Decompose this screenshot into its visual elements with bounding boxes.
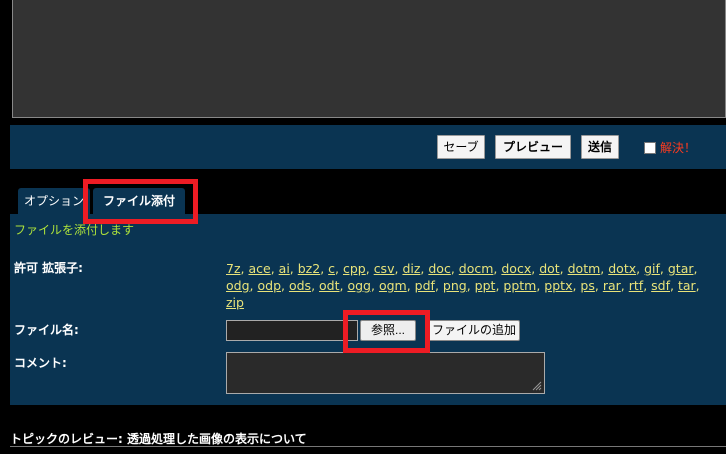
extension-separator: , <box>636 261 645 276</box>
extension-separator: , <box>670 278 678 293</box>
highlight-browse-button <box>343 310 430 353</box>
message-editor[interactable] <box>12 0 726 118</box>
extension-separator: , <box>466 278 475 293</box>
preview-button[interactable]: プレビュー <box>495 135 571 159</box>
extension-link[interactable]: doc <box>428 261 450 276</box>
extension-separator: , <box>594 278 603 293</box>
extension-link[interactable]: ppt <box>475 278 496 293</box>
extension-link[interactable]: rtf <box>629 278 643 293</box>
divider <box>10 446 726 447</box>
extension-link[interactable]: 7z <box>226 261 241 276</box>
extension-link[interactable]: ogg <box>347 278 371 293</box>
extension-link[interactable]: docm <box>459 261 494 276</box>
submit-button[interactable]: 送信 <box>581 135 619 159</box>
resize-grip-icon[interactable] <box>532 381 542 391</box>
extension-link[interactable]: pptx <box>544 278 572 293</box>
extension-link[interactable]: docx <box>501 261 531 276</box>
extension-line: zip <box>226 294 726 311</box>
extension-separator: , <box>450 261 459 276</box>
extension-line: 7z, ace, ai, bz2, c, cpp, csv, diz, doc,… <box>226 260 726 277</box>
extension-link[interactable]: odp <box>257 278 281 293</box>
extension-link[interactable]: ogm <box>379 278 407 293</box>
topic-review-title: トピックのレビュー: 透過処理した画像の表示について <box>10 432 307 446</box>
allowed-extensions-list: 7z, ace, ai, bz2, c, cpp, csv, diz, doc,… <box>226 260 726 311</box>
comment-textarea[interactable] <box>226 352 545 394</box>
file-path-input[interactable] <box>226 320 358 341</box>
extension-separator: , <box>406 278 415 293</box>
extension-link[interactable]: dotx <box>608 261 636 276</box>
extension-link[interactable]: odg <box>226 278 250 293</box>
solved-label: 解決！ <box>660 141 697 155</box>
save-button[interactable]: セーブ <box>437 135 485 159</box>
extension-link[interactable]: pptm <box>503 278 536 293</box>
add-file-button[interactable]: ファイルの追加 <box>428 320 520 341</box>
extension-link[interactable]: dot <box>539 261 559 276</box>
extension-link[interactable]: ace <box>248 261 270 276</box>
extension-link[interactable]: c <box>328 261 335 276</box>
extension-link[interactable]: dotm <box>568 261 601 276</box>
extension-separator: , <box>311 278 320 293</box>
extension-link[interactable]: zip <box>226 295 244 310</box>
extension-link[interactable]: csv <box>374 261 395 276</box>
extension-separator: , <box>695 278 700 293</box>
extension-link[interactable]: gtar <box>668 261 694 276</box>
extension-link[interactable]: diz <box>402 261 420 276</box>
extension-link[interactable]: ai <box>279 261 290 276</box>
extension-separator: , <box>320 261 329 276</box>
extension-separator: , <box>270 261 279 276</box>
extension-link[interactable]: tar <box>678 278 696 293</box>
extension-link[interactable]: odt <box>319 278 339 293</box>
filename-label: ファイル名: <box>14 323 79 337</box>
comment-label: コメント: <box>14 356 67 370</box>
extension-separator: , <box>659 261 668 276</box>
extension-link[interactable]: pdf <box>415 278 435 293</box>
extension-link[interactable]: sdf <box>651 278 670 293</box>
extension-link[interactable]: gif <box>644 261 660 276</box>
extension-separator: , <box>693 261 698 276</box>
extension-separator: , <box>289 261 298 276</box>
extension-link[interactable]: ps <box>580 278 594 293</box>
extension-separator: , <box>620 278 629 293</box>
extension-separator: , <box>371 278 379 293</box>
extension-link[interactable]: ods <box>289 278 311 293</box>
extension-separator: , <box>335 261 343 276</box>
extension-separator: , <box>643 278 652 293</box>
extension-separator: , <box>365 261 374 276</box>
tab-options[interactable]: オプション <box>18 188 90 214</box>
extension-separator: , <box>559 261 568 276</box>
extension-link[interactable]: bz2 <box>298 261 320 276</box>
submit-bar: セーブ プレビュー 送信 解決！ <box>10 125 726 169</box>
extension-link[interactable]: cpp <box>343 261 366 276</box>
extension-line: odg, odp, ods, odt, ogg, ogm, pdf, png, … <box>226 277 726 294</box>
extension-separator: , <box>434 278 443 293</box>
highlight-tab-file-attach <box>83 179 198 224</box>
extension-separator: , <box>281 278 289 293</box>
allowed-extensions-label: 許可 拡張子: <box>14 261 83 275</box>
solved-checkbox[interactable] <box>644 142 656 154</box>
extension-separator: , <box>531 261 540 276</box>
extension-link[interactable]: png <box>443 278 467 293</box>
extension-link[interactable]: rar <box>603 278 621 293</box>
